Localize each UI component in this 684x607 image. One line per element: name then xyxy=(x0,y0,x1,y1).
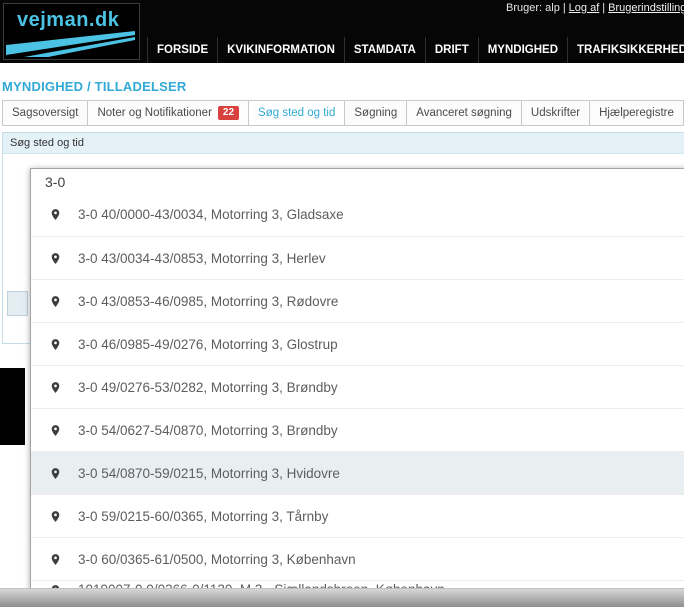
tab-label: Udskrifter xyxy=(531,107,580,119)
tab-label: Sagsoversigt xyxy=(12,107,78,119)
suggestion-item[interactable]: 3-0 43/0034-43/0853, Motorring 3, Herlev xyxy=(31,236,684,279)
user-info: Bruger: alp|Log af|Brugerindstillinger xyxy=(506,2,684,14)
suggestion-list: 3-0 40/0000-43/0034, Motorring 3, Gladsa… xyxy=(31,193,684,592)
location-pin-icon xyxy=(49,551,62,568)
breadcrumb: MYNDIGHED / TILLADELSER xyxy=(2,79,186,94)
location-pin-icon xyxy=(49,250,62,267)
vejman-logo[interactable]: vejman.dk xyxy=(3,3,140,60)
nav-item-trafiksikkerhed[interactable]: TRAFIKSIKKERHED xyxy=(567,37,684,63)
search-query-input[interactable]: 3-0 xyxy=(31,169,684,193)
tab-label: Søg sted og tid xyxy=(258,107,335,119)
logo-swoosh-icon xyxy=(6,31,137,57)
tab[interactable]: Søg sted og tid xyxy=(248,100,345,126)
location-pin-icon xyxy=(49,336,62,353)
autocomplete-dropdown: 3-0 3-0 40/0000-43/0034, Motorring 3, Gl… xyxy=(30,168,684,592)
suggestion-label: 3-0 59/0215-60/0365, Motorring 3, Tårnby xyxy=(78,509,328,524)
nav-item-myndighed[interactable]: MYNDIGHED xyxy=(478,37,567,63)
suggestion-item[interactable]: 3-0 54/0627-54/0870, Motorring 3, Brøndb… xyxy=(31,408,684,451)
suggestion-label: 3-0 49/0276-53/0282, Motorring 3, Brøndb… xyxy=(78,380,338,395)
suggestion-label: 3-0 54/0627-54/0870, Motorring 3, Brøndb… xyxy=(78,423,338,438)
location-pin-icon xyxy=(49,422,62,439)
tab-label: Noter og Notifikationer xyxy=(97,107,211,119)
location-pin-icon xyxy=(49,508,62,525)
suggestion-label: 3-0 40/0000-43/0034, Motorring 3, Gladsa… xyxy=(78,207,344,222)
page: Bruger: alp|Log af|Brugerindstillinger v… xyxy=(0,0,684,607)
suggestion-item[interactable]: 3-0 40/0000-43/0034, Motorring 3, Gladsa… xyxy=(31,193,684,236)
suggestion-label: 3-0 60/0365-61/0500, Motorring 3, Københ… xyxy=(78,552,356,567)
suggestion-label: 3-0 43/0034-43/0853, Motorring 3, Herlev xyxy=(78,251,326,266)
tab[interactable]: Søgning xyxy=(344,100,407,126)
suggestion-item[interactable]: 3-0 59/0215-60/0365, Motorring 3, Tårnby xyxy=(31,494,684,537)
suggestion-item[interactable]: 3-0 46/0985-49/0276, Motorring 3, Glostr… xyxy=(31,322,684,365)
tab[interactable]: Noter og Notifikationer 22 xyxy=(87,100,249,126)
panel-header-title: Søg sted og tid xyxy=(3,133,684,154)
suggestion-label: 3-0 54/0870-59/0215, Motorring 3, Hvidov… xyxy=(78,466,340,481)
main-nav: FORSIDEKVIKINFORMATIONSTAMDATADRIFTMYNDI… xyxy=(147,37,684,63)
suggestion-label: 3-0 46/0985-49/0276, Motorring 3, Glostr… xyxy=(78,337,338,352)
nav-item-forside[interactable]: FORSIDE xyxy=(147,37,217,63)
nav-item-stamdata[interactable]: STAMDATA xyxy=(344,37,425,63)
tab[interactable]: Hjælperegistre xyxy=(589,100,684,126)
separator: | xyxy=(602,2,605,14)
tab-label: Søgning xyxy=(354,107,397,119)
suggestion-item[interactable]: 3-0 60/0365-61/0500, Motorring 3, Københ… xyxy=(31,537,684,580)
background-black-panel xyxy=(0,368,25,445)
suggestion-item[interactable]: 3-0 54/0870-59/0215, Motorring 3, Hvidov… xyxy=(31,451,684,494)
tab-label: Avanceret søgning xyxy=(416,107,512,119)
user-settings-link[interactable]: Brugerindstillinger xyxy=(608,2,684,14)
location-pin-icon xyxy=(49,465,62,482)
suggestion-label: 3-0 43/0853-46/0985, Motorring 3, Rødovr… xyxy=(78,294,338,309)
nav-item-drift[interactable]: DRIFT xyxy=(425,37,478,63)
location-pin-icon xyxy=(49,206,62,223)
partially-hidden-control[interactable] xyxy=(7,291,28,316)
tab-bar: Sagsoversigt Noter og Notifikationer 22 … xyxy=(2,100,684,126)
user-label: Bruger: alp xyxy=(506,2,560,14)
nav-item-kvikinformation[interactable]: KVIKINFORMATION xyxy=(217,37,344,63)
suggestion-item[interactable]: 3-0 49/0276-53/0282, Motorring 3, Brøndb… xyxy=(31,365,684,408)
suggestion-item[interactable]: 3-0 43/0853-46/0985, Motorring 3, Rødovr… xyxy=(31,279,684,322)
logo-text: vejman.dk xyxy=(17,9,119,32)
top-header: Bruger: alp|Log af|Brugerindstillinger v… xyxy=(0,0,684,63)
tab[interactable]: Avanceret søgning xyxy=(406,100,522,126)
logout-link[interactable]: Log af xyxy=(569,2,600,14)
tab[interactable]: Udskrifter xyxy=(521,100,590,126)
tab-label: Hjælperegistre xyxy=(599,107,674,119)
bottom-gray-bar xyxy=(0,588,684,607)
tab[interactable]: Sagsoversigt xyxy=(2,100,88,126)
separator: | xyxy=(563,2,566,14)
location-pin-icon xyxy=(49,379,62,396)
notification-badge: 22 xyxy=(218,106,239,120)
location-pin-icon xyxy=(49,293,62,310)
